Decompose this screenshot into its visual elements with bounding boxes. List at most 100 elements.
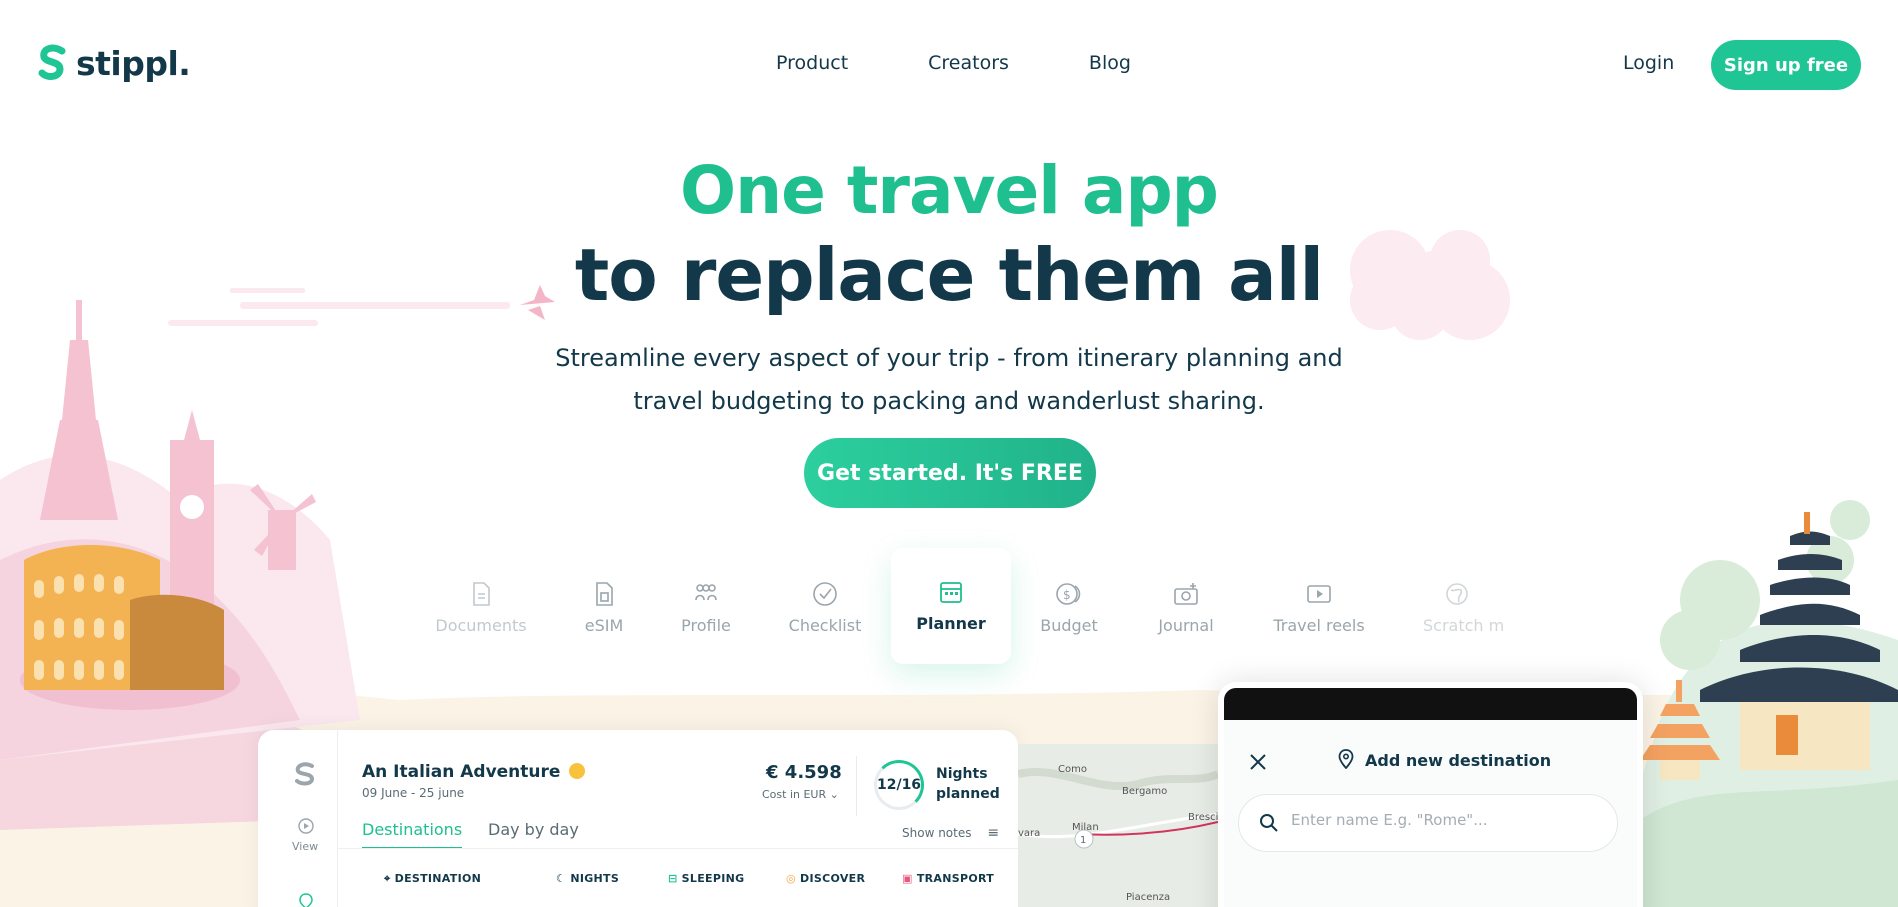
map-preview[interactable]: 1 Como Bergamo Milan Bresci Piacenza var… [1018,744,1218,907]
calendar-icon [940,582,962,603]
nights-label-line-2: planned [936,786,1000,802]
column-header-sleeping: ⊟ SLEEPING [668,872,744,885]
globe-icon [1446,583,1468,605]
map-label-novara: vara [1018,828,1041,839]
check-circle-icon [813,582,837,606]
column-label: DISCOVER [800,872,866,885]
coin-icon: $ [1056,583,1081,605]
location-pin-icon [1338,749,1354,769]
signup-button[interactable]: Sign up free [1711,40,1861,90]
sidebar-view-label[interactable]: View [292,840,318,853]
trip-title-text: An Italian Adventure [362,762,561,782]
hero-subtitle-line-1: Streamline every aspect of your trip - f… [555,344,1343,372]
nav-links: Product Creators Blog [776,52,1131,74]
column-header-nights: ☾ NIGHTS [556,872,619,885]
sim-card-icon [596,582,613,606]
nav-link-blog[interactable]: Blog [1089,52,1131,74]
tab-day-by-day[interactable]: Day by day [488,820,579,839]
cost-currency-select[interactable]: Cost in EUR ⌄ [762,788,839,801]
map-label-bergamo: Bergamo [1122,786,1168,797]
feature-tab-label: Profile [681,616,731,635]
login-link[interactable]: Login [1623,52,1674,74]
feature-tab-label: eSIM [584,616,624,635]
map-label-piacenza: Piacenza [1126,892,1171,903]
column-label: NIGHTS [570,872,620,885]
nav-link-product[interactable]: Product [776,52,848,74]
close-icon[interactable] [1248,752,1268,772]
feature-tab-label: Scratch m [1423,616,1505,635]
phone-top-bar [1224,688,1637,720]
play-icon[interactable] [298,818,314,834]
planner-sidebar: View [258,730,338,907]
show-notes-toggle[interactable]: Show notes ≡ [902,825,999,841]
people-icon [695,584,717,601]
feature-tab-label: Planner [916,614,986,633]
destination-search-input[interactable] [1291,811,1591,829]
trip-dates: 09 June - 25 june [362,786,465,800]
show-notes-label: Show notes [902,826,972,840]
column-label: DESTINATION [394,872,482,885]
stippl-logo-icon [38,44,66,80]
feature-tab-checklist[interactable]: Checklist [760,580,890,635]
column-header-destination: ⌖ DESTINATION [384,872,481,886]
trip-title: An Italian Adventure [362,762,586,782]
map-label-brescia: Bresci [1188,812,1218,823]
hero-title-line-1: One travel app [680,152,1219,229]
document-icon [473,582,490,606]
column-header-transport: ▣ TRANSPORT [902,872,994,885]
divider [856,756,857,816]
menu-icon: ≡ [987,825,1000,841]
feature-tab-travel-reels[interactable]: Travel reels [1254,580,1384,635]
feature-tab-journal[interactable]: Journal [1121,580,1251,635]
compass-icon: ◎ [786,872,796,885]
camera-icon [1174,583,1198,605]
heart-eyes-emoji-icon [569,763,586,779]
get-started-button[interactable]: Get started. It's FREE [804,438,1096,508]
planner-preview-panel: View An Italian Adventure 09 June - 25 j… [258,730,1018,907]
nights-progress-ring: 12/16 [874,760,924,810]
feature-tab-planner[interactable]: Planner [891,548,1011,664]
feature-tab-label: Documents [435,616,527,635]
chevron-down-icon: ⌄ [829,788,839,801]
map-marker-label: 1 [1080,835,1086,846]
top-navigation: stippl. Product Creators Blog Login Sign… [0,0,1898,130]
location-pin-icon: ⌖ [384,872,391,885]
suitcase-icon: ▣ [902,872,913,885]
modal-title: Add new destination [1365,751,1552,770]
feature-tab-label: Checklist [788,616,862,635]
map-label-milan: Milan [1072,822,1099,833]
hero-subtitle-line-2: travel budgeting to packing and wanderlu… [633,387,1265,415]
location-pin-icon[interactable] [299,893,313,907]
search-icon [1260,814,1278,832]
map-label-como: Como [1058,764,1087,775]
tab-destinations[interactable]: Destinations [362,820,463,849]
feature-tab-profile[interactable]: Profile [641,580,771,635]
page: stippl. Product Creators Blog Login Sign… [0,0,1898,907]
hero-title-line-2: to replace them all [574,233,1324,317]
brand-wordmark: stippl. [76,43,191,83]
column-label: SLEEPING [681,872,745,885]
map-roads: 1 [1018,767,1218,849]
trip-cost: € 4.598 [766,762,842,783]
brand-logo[interactable]: stippl. [38,43,191,83]
nights-planned-label: Nights planned [936,764,1000,804]
destination-search-box[interactable] [1238,794,1618,852]
feature-tab-scratch-map[interactable]: Scratch m [1408,580,1508,635]
divider [338,848,1018,849]
feature-tab-label: Travel reels [1273,616,1365,635]
column-header-discover: ◎ DISCOVER [786,872,865,885]
moon-icon: ☾ [556,872,567,885]
feature-tab-label: Journal [1158,616,1214,635]
add-destination-modal: Add new destination [1218,682,1643,907]
hero-subtitle: Streamline every aspect of your trip - f… [0,337,1898,423]
svg-text:$: $ [1063,588,1071,602]
nav-link-creators[interactable]: Creators [928,52,1009,74]
stippl-mini-logo-icon [295,762,315,786]
cost-label: Cost in EUR [762,788,827,801]
bed-icon: ⊟ [668,872,678,885]
feature-tab-documents[interactable]: Documents [416,580,546,635]
nights-label-line-1: Nights [936,766,988,782]
column-label: TRANSPORT [916,872,995,885]
feature-tab-budget[interactable]: $ Budget [1004,580,1134,635]
video-icon [1307,585,1331,603]
